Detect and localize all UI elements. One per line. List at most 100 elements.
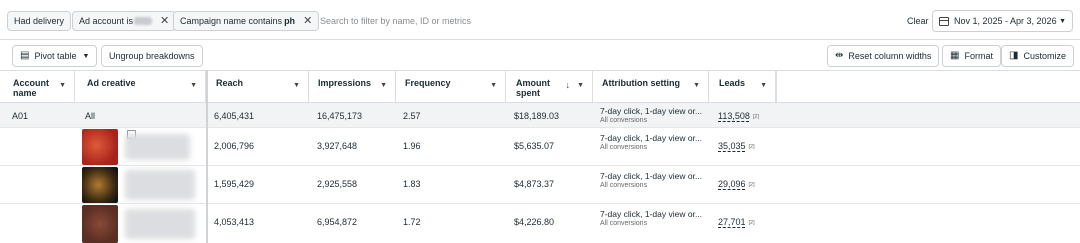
cell-reach: 1,595,429 [214,179,255,189]
column-header-amount-spent[interactable]: Amount spent ↓ ▼ [510,71,593,103]
column-header-label: Frequency [405,78,451,88]
column-header-frequency[interactable]: Frequency ▼ [399,71,506,103]
cell-attribution[interactable]: 7-day click, 1-day view or... All conver… [600,106,702,124]
sort-caret-icon[interactable]: ▼ [760,81,767,91]
leads-footnote: [2] [748,181,755,188]
ungroup-breakdowns-button[interactable]: Ungroup breakdowns [101,45,203,67]
leads-footnote: [2] [752,113,759,120]
reset-column-widths-button[interactable]: ⇹ Reset column widths [827,45,940,67]
close-icon[interactable]: ✕ [303,15,312,27]
column-header-label: Leads [719,78,746,88]
attribution-label: 7-day click, 1-day view or... [600,106,703,116]
reset-column-widths-label: Reset column widths [848,51,932,61]
table-row[interactable]: 4,053,413 6,954,872 1.72 $4,226.80 7-day… [0,204,1080,243]
sort-caret-icon[interactable]: ▼ [577,81,584,91]
redacted-value [134,17,153,25]
redacted-ad-name [125,134,190,160]
filter-chip-label: Campaign name contains [180,16,283,26]
table-row-total[interactable]: A01 All 6,405,431 16,475,173 2.57 $18,18… [0,103,1080,128]
column-header-account-name[interactable]: Account name ▼ [7,71,75,103]
cell-amount-spent: $4,226.80 [514,217,555,227]
filter-chip-label: Had delivery [14,16,65,26]
column-header-label: Ad creative [87,78,136,88]
cell-reach: 4,053,413 [214,217,255,227]
leads-value[interactable]: 29,096 [718,179,746,189]
table-header: Account name ▼ Ad creative ▼ Reach ▼ Imp… [0,70,1080,103]
column-header-label: Attribution setting [602,78,680,88]
close-icon[interactable]: ✕ [160,15,169,27]
leads-value[interactable]: 27,701 [718,217,746,227]
attribution-sublabel: All conversions [600,144,648,151]
customize-label: Customize [1023,51,1066,61]
attribution-label: 7-day click, 1-day view or... [600,209,703,219]
sort-caret-icon[interactable]: ▼ [59,81,66,91]
format-label: Format [964,51,993,61]
cell-impressions: 3,927,648 [317,141,358,151]
sort-caret-icon[interactable]: ▼ [293,81,300,91]
calendar-icon [939,16,949,26]
filter-chip-ad-account[interactable]: Ad account is ✕ [72,11,177,31]
cell-attribution[interactable]: 7-day click, 1-day view or... All conver… [600,133,702,151]
pivot-table-icon: ▤ [20,50,30,61]
ungroup-breakdowns-label: Ungroup breakdowns [109,51,195,61]
cell-amount-spent: $4,873.37 [514,179,555,189]
filter-bar: Had delivery Ad account is ✕ Campaign na… [0,0,1080,40]
pivot-table-button[interactable]: ▤ Pivot table ▼ [12,45,98,67]
cell-frequency: 1.96 [403,141,421,151]
format-button[interactable]: ▦ Format [942,45,1001,67]
leads-value[interactable]: 35,035 [718,141,746,151]
cell-leads[interactable]: 35,035 [2] [718,141,755,151]
column-header-attribution-setting[interactable]: Attribution setting ▼ [596,71,709,103]
column-header-label: Reach [216,78,244,88]
date-range-label: Nov 1, 2025 - Apr 3, 2026 [954,16,1057,26]
column-header-leads[interactable]: Leads ▼ [713,71,776,103]
leads-footnote: [2] [748,143,755,150]
column-header-label: Account name [13,78,49,98]
column-header-label: Impressions [318,78,372,88]
column-divider [776,70,777,103]
ad-creative-thumbnail[interactable] [82,167,118,203]
cell-attribution[interactable]: 7-day click, 1-day view or... All conver… [600,171,702,189]
cell-leads[interactable]: 27,701 [2] [718,217,755,227]
cell-reach: 6,405,431 [214,111,255,121]
leads-value[interactable]: 113,508 [718,111,750,121]
date-range-picker[interactable]: Nov 1, 2025 - Apr 3, 2026 ▼ [932,10,1073,32]
table-row[interactable]: 1,595,429 2,925,558 1.83 $4,873.37 7-day… [0,166,1080,204]
cell-impressions: 6,954,872 [317,217,358,227]
cell-attribution[interactable]: 7-day click, 1-day view or... All conver… [600,209,702,227]
column-header-ad-creative[interactable]: Ad creative ▼ [81,71,206,103]
sort-caret-icon[interactable]: ▼ [380,81,387,91]
format-icon: ▦ [950,50,960,61]
ad-creative-thumbnail[interactable] [82,129,118,165]
filter-chip-had-delivery[interactable]: Had delivery [7,11,72,31]
sort-down-arrow-icon[interactable]: ↓ [566,80,571,90]
chevron-down-icon: ▼ [1059,17,1066,25]
cell-impressions: 16,475,173 [317,111,363,121]
attribution-sublabel: All conversions [600,220,648,227]
sort-caret-icon[interactable]: ▼ [693,81,700,91]
customize-button[interactable]: ◨ Customize [1001,45,1074,67]
cell-leads[interactable]: 113,508 [2] [718,111,759,121]
cell-leads[interactable]: 29,096 [2] [718,179,755,189]
sort-caret-icon[interactable]: ▼ [190,81,197,91]
column-divider[interactable] [206,70,208,243]
column-header-reach[interactable]: Reach ▼ [210,71,309,103]
sort-caret-icon[interactable]: ▼ [490,81,497,91]
attribution-sublabel: All conversions [600,182,648,189]
attribution-sublabel: All conversions [600,117,648,124]
column-header-impressions[interactable]: Impressions ▼ [312,71,396,103]
attribution-label: 7-day click, 1-day view or... [600,133,703,143]
cell-account-name: A01 [12,111,29,121]
column-header-label: Amount spent [516,78,550,98]
cell-reach: 2,006,796 [214,141,255,151]
table-row[interactable]: 2,006,796 3,927,648 1.96 $5,635.07 7-day… [0,128,1080,166]
cell-frequency: 1.72 [403,217,421,227]
ad-creative-thumbnail[interactable] [82,205,118,243]
filter-search-input[interactable]: Search to filter by name, ID or metrics [320,16,471,26]
filter-chip-label: Ad account is [79,16,134,26]
clear-filters-button[interactable]: Clear [907,16,929,26]
filter-chip-campaign-name[interactable]: Campaign name contains ph ✕ [173,11,320,31]
table-toolbar: ▤ Pivot table ▼ Ungroup breakdowns ⇹ Res… [0,40,1080,70]
cell-impressions: 2,925,558 [317,179,358,189]
pivot-table-label: Pivot table [34,51,77,61]
